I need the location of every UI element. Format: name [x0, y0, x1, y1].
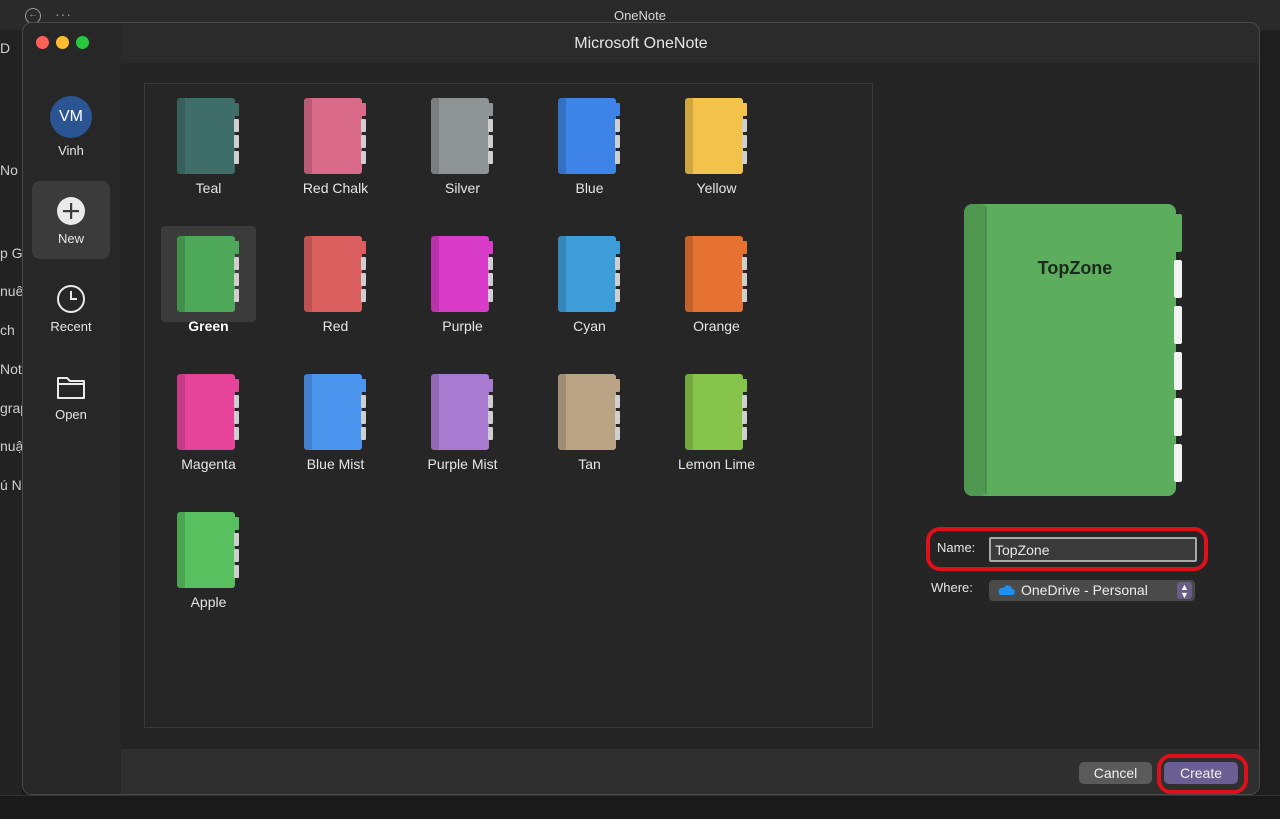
- background-sidebar-item: ch: [0, 322, 15, 338]
- user-name: Vinh: [58, 143, 84, 158]
- notebook-color-purple-mist[interactable]: [415, 364, 510, 460]
- notebook-label-lemon-lime: Lemon Lime: [677, 456, 756, 472]
- background-sidebar-item: Not: [0, 361, 22, 377]
- notebook-label-blue: Blue: [575, 180, 604, 196]
- notebook-icon: [177, 374, 239, 450]
- preview-title: TopZone: [1038, 258, 1113, 278]
- nav-new-label: New: [57, 231, 84, 246]
- notebook-color-silver[interactable]: [415, 88, 510, 184]
- background-sidebar-item: ú N: [0, 477, 22, 493]
- where-label: Where:: [931, 580, 973, 595]
- background-sidebar-item: No: [0, 162, 18, 178]
- background-sidebar: D No p G nuê ch Not grap nuậ ú N: [0, 30, 22, 819]
- dialog-titlebar: Microsoft OneNote: [23, 23, 1259, 63]
- notebook-color-lemon-lime[interactable]: [669, 364, 764, 460]
- nav-open-label: Open: [55, 407, 87, 422]
- location-select[interactable]: OneDrive - Personal ▲ ▼: [989, 580, 1195, 601]
- notebook-label-orange: Orange: [693, 318, 740, 334]
- background-sidebar-item: nuê: [0, 283, 22, 299]
- background-sidebar-item: nuậ: [0, 438, 22, 454]
- notebook-color-yellow[interactable]: [669, 88, 764, 184]
- notebook-label-red-chalk: Red Chalk: [302, 180, 369, 196]
- dialog-title: Microsoft OneNote: [574, 35, 708, 52]
- notebook-label-purple: Purple: [442, 318, 483, 334]
- chevron-updown-icon[interactable]: ▲ ▼: [1177, 582, 1192, 600]
- notebook-label-purple-mist: Purple Mist: [427, 456, 498, 472]
- notebook-color-orange[interactable]: [669, 226, 764, 322]
- notebook-color-apple[interactable]: [161, 502, 256, 598]
- notebook-icon: [431, 98, 493, 174]
- background-bottom-bar: [0, 795, 1280, 819]
- notebook-color-red[interactable]: [288, 226, 383, 322]
- onedrive-cloud-icon: [998, 585, 1015, 595]
- notebook-icon: [177, 512, 239, 588]
- notebook-name-input[interactable]: [989, 537, 1197, 562]
- notebook-label-teal: Teal: [195, 180, 222, 196]
- notebook-icon: [685, 374, 747, 450]
- notebook-color-cyan[interactable]: [542, 226, 637, 322]
- notebook-color-magenta[interactable]: [161, 364, 256, 460]
- dialog-left-nav: VM Vinh New Recent Open: [23, 23, 121, 794]
- notebook-icon: [558, 374, 620, 450]
- folder-icon: [57, 377, 85, 399]
- notebook-icon: [304, 374, 366, 450]
- background-sidebar-item: D: [0, 40, 11, 56]
- nav-recent-label: Recent: [50, 319, 92, 334]
- cancel-button[interactable]: Cancel: [1079, 762, 1152, 784]
- notebook-icon: [685, 98, 747, 174]
- avatar[interactable]: VM: [50, 96, 92, 138]
- nav-open-button[interactable]: Open: [32, 357, 110, 435]
- notebook-label-yellow: Yellow: [696, 180, 737, 196]
- notebook-icon: [304, 236, 366, 312]
- notebook-icon: [558, 236, 620, 312]
- nav-recent-button[interactable]: Recent: [32, 269, 110, 347]
- notebook-color-teal[interactable]: [161, 88, 256, 184]
- name-label: Name:: [937, 540, 976, 555]
- background-sidebar-item: grap: [0, 400, 22, 416]
- notebook-color-purple[interactable]: [415, 226, 510, 322]
- background-right-panel: [1260, 30, 1280, 819]
- notebook-icon: [685, 236, 747, 312]
- background-app-title: OneNote: [613, 8, 667, 23]
- create-highlight-annotation: [1157, 754, 1248, 794]
- notebook-label-tan: Tan: [578, 456, 601, 472]
- notebook-icon: [304, 98, 366, 174]
- notebook-preview: TopZone: [964, 204, 1182, 496]
- notebook-icon: [431, 236, 493, 312]
- notebook-color-red-chalk[interactable]: [288, 88, 383, 184]
- location-value: OneDrive - Personal: [1021, 582, 1148, 598]
- notebook-icon: [431, 374, 493, 450]
- notebook-label-green: Green: [188, 318, 229, 334]
- notebook-label-cyan: Cyan: [573, 318, 606, 334]
- notebook-color-blue-mist[interactable]: [288, 364, 383, 460]
- notebook-color-grid: Teal Red Chalk Silver Blue Yellow Green Red Pur…: [144, 83, 873, 728]
- notebook-label-silver: Silver: [444, 180, 480, 196]
- notebook-label-magenta: Magenta: [181, 456, 236, 472]
- new-notebook-dialog: VM Vinh New Recent Open Microsoft OneNot…: [22, 22, 1260, 795]
- notebook-label-apple: Apple: [190, 594, 227, 610]
- background-sidebar-item: p G: [0, 245, 22, 261]
- nav-new-button[interactable]: New: [32, 181, 110, 259]
- clock-icon: [57, 285, 85, 313]
- notebook-icon: [177, 236, 239, 312]
- notebook-color-tan[interactable]: [542, 364, 637, 460]
- notebook-icon: [177, 98, 239, 174]
- notebook-icon: [558, 98, 620, 174]
- notebook-label-blue-mist: Blue Mist: [306, 456, 365, 472]
- notebook-label-red: Red: [322, 318, 349, 334]
- plus-circle-icon: [57, 197, 85, 225]
- notebook-color-blue[interactable]: [542, 88, 637, 184]
- notebook-color-green[interactable]: [161, 226, 256, 322]
